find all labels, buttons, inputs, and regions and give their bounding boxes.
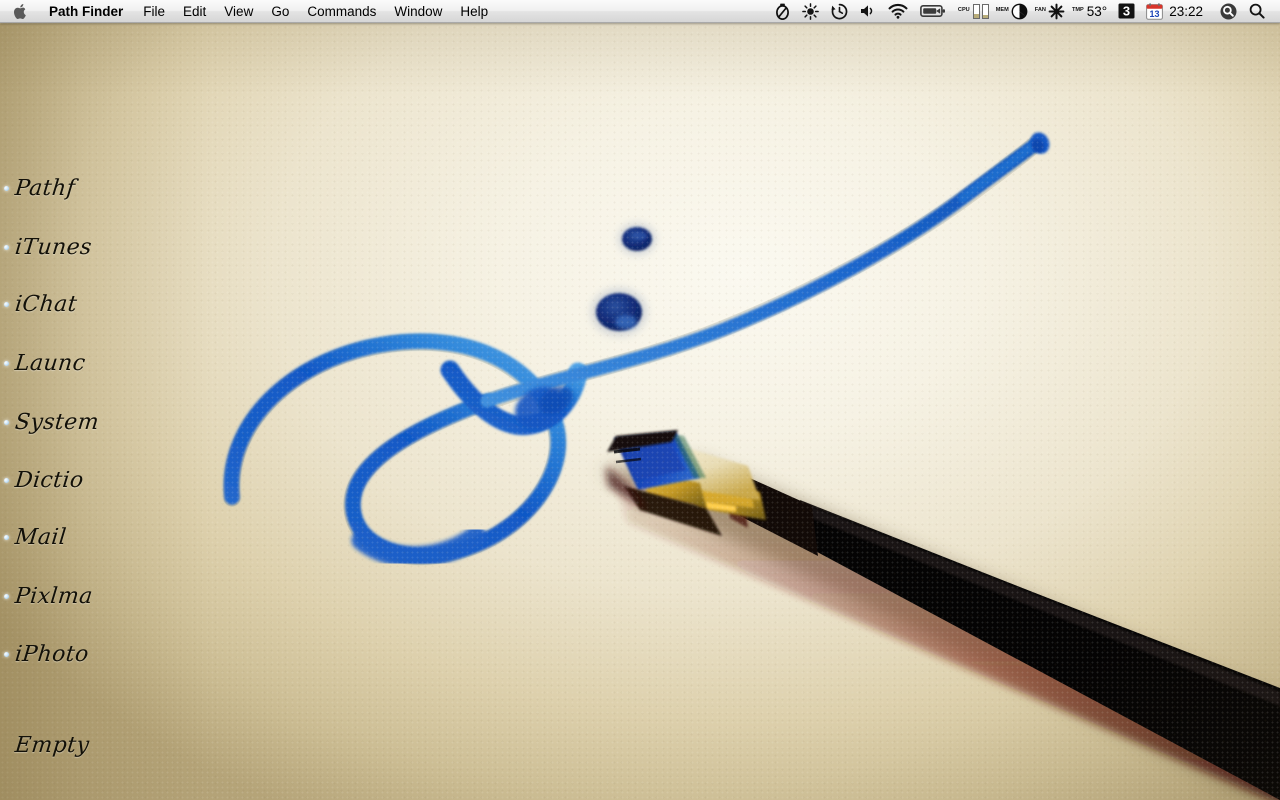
desktop[interactable]: Pathf iTunes iChat Launc System Dictio Mail Pix… bbox=[0, 0, 1280, 800]
running-indicator-dot bbox=[4, 593, 9, 599]
magnifier-circle-icon bbox=[1220, 3, 1237, 19]
temperature-value: 53° bbox=[1086, 3, 1108, 19]
running-indicator-dot bbox=[4, 419, 9, 425]
dock-item-label: Mail bbox=[13, 524, 68, 550]
dock-item-pathfinder[interactable]: Pathf bbox=[0, 171, 77, 205]
cpu-monitor-label: CPU bbox=[957, 7, 970, 14]
dock-item-launchbar[interactable]: Launc bbox=[0, 346, 87, 380]
dock-item-iphoto[interactable]: iPhoto bbox=[0, 637, 91, 671]
dock-item-trash[interactable]: Empty bbox=[0, 728, 91, 762]
running-indicator-dot bbox=[4, 185, 9, 191]
dock-item-label: iPhoto bbox=[13, 641, 91, 667]
calendar-day-text: 13 bbox=[1150, 9, 1160, 19]
menu-window[interactable]: Window bbox=[385, 0, 451, 23]
desktop-number-text: 3 bbox=[1123, 3, 1130, 18]
calligraphy-pen bbox=[600, 430, 1280, 800]
cpu-gauge-2 bbox=[981, 3, 989, 19]
dock-item-label: iChat bbox=[13, 291, 79, 317]
apple-menu-button[interactable] bbox=[0, 0, 38, 23]
dock-item-label: Pixlma bbox=[13, 583, 94, 609]
running-indicator-dot bbox=[4, 244, 9, 250]
desktop-number-icon: 3 bbox=[1118, 3, 1135, 19]
magnifier-circle-menu[interactable] bbox=[1213, 0, 1244, 23]
running-indicator-dot bbox=[4, 651, 9, 657]
cpu-gauges bbox=[972, 3, 990, 19]
battery-icon bbox=[920, 4, 945, 17]
fan-icon bbox=[1048, 3, 1065, 19]
volume-icon bbox=[860, 5, 873, 17]
spotlight-menu[interactable] bbox=[1244, 0, 1274, 23]
wifi-menu[interactable] bbox=[882, 0, 914, 23]
dock-item-system-preferences[interactable]: System bbox=[0, 405, 101, 439]
search-icon bbox=[1249, 3, 1265, 19]
fan-monitor-label: FAN bbox=[1034, 7, 1046, 14]
running-indicator-dot bbox=[4, 301, 9, 307]
running-indicator-dot bbox=[4, 477, 9, 483]
spaces-menu[interactable]: 3 bbox=[1111, 0, 1142, 23]
apple-logo-icon bbox=[14, 3, 26, 19]
memory-pie-icon bbox=[1011, 3, 1028, 19]
dock-item-label: iTunes bbox=[13, 234, 94, 260]
running-indicator-dot bbox=[4, 360, 9, 366]
dock-item-dictionary[interactable]: Dictio bbox=[0, 463, 85, 497]
memory-monitor-label: MEM bbox=[995, 7, 1009, 14]
menu-bar-left: Path Finder File Edit View Go Commands W… bbox=[0, 0, 497, 23]
menu-go[interactable]: Go bbox=[262, 0, 298, 23]
menu-file[interactable]: File bbox=[134, 0, 174, 23]
dock-item-label: System bbox=[13, 409, 101, 435]
ink-flourish bbox=[223, 132, 1050, 568]
ink-droplets bbox=[591, 223, 656, 336]
brightness-icon bbox=[802, 2, 819, 20]
do-not-disturb-menu[interactable] bbox=[769, 0, 796, 23]
menu-bar-status-tray: CPU MEM FAN TMP 53° 3 13 23:22 bbox=[769, 0, 1280, 23]
menu-help[interactable]: Help bbox=[451, 0, 497, 23]
dock[interactable]: Pathf iTunes iChat Launc System Dictio Mail Pix… bbox=[0, 23, 200, 800]
dock-item-label: Launc bbox=[13, 350, 87, 376]
cpu-monitor-menu[interactable]: CPU bbox=[952, 0, 993, 23]
fan-monitor-menu[interactable]: FAN bbox=[1032, 0, 1069, 23]
dock-item-itunes[interactable]: iTunes bbox=[0, 230, 94, 264]
memory-monitor-menu[interactable]: MEM bbox=[993, 0, 1032, 23]
menu-app-name[interactable]: Path Finder bbox=[38, 0, 134, 23]
battery-menu[interactable] bbox=[914, 0, 952, 23]
calendar-menu[interactable]: 13 bbox=[1142, 0, 1165, 23]
menu-commands[interactable]: Commands bbox=[298, 0, 385, 23]
brightness-menu[interactable] bbox=[796, 0, 825, 23]
wifi-icon bbox=[888, 3, 908, 19]
time-machine-icon bbox=[831, 3, 848, 19]
time-machine-menu[interactable] bbox=[825, 0, 854, 23]
temperature-monitor-label: TMP bbox=[1071, 7, 1084, 14]
temperature-monitor-menu[interactable]: TMP 53° bbox=[1069, 0, 1111, 23]
clock-menu[interactable]: 23:22 bbox=[1165, 0, 1213, 23]
cpu-gauge-1 bbox=[972, 3, 980, 19]
running-indicator-dot bbox=[4, 534, 9, 540]
dock-item-label: Empty bbox=[13, 732, 91, 758]
do-not-disturb-icon bbox=[775, 3, 789, 20]
menu-view[interactable]: View bbox=[215, 0, 262, 23]
dock-item-pixelmator[interactable]: Pixlma bbox=[0, 579, 94, 613]
dock-item-ichat[interactable]: iChat bbox=[0, 287, 79, 321]
menu-edit[interactable]: Edit bbox=[174, 0, 215, 23]
dock-item-mail[interactable]: Mail bbox=[0, 520, 68, 554]
volume-menu[interactable] bbox=[854, 0, 882, 23]
calendar-icon: 13 bbox=[1146, 2, 1164, 20]
clock-text: 23:22 bbox=[1169, 3, 1203, 19]
menu-bar[interactable]: Path Finder File Edit View Go Commands W… bbox=[0, 0, 1280, 23]
dock-item-label: Dictio bbox=[13, 467, 85, 493]
dock-item-label: Pathf bbox=[13, 175, 77, 201]
